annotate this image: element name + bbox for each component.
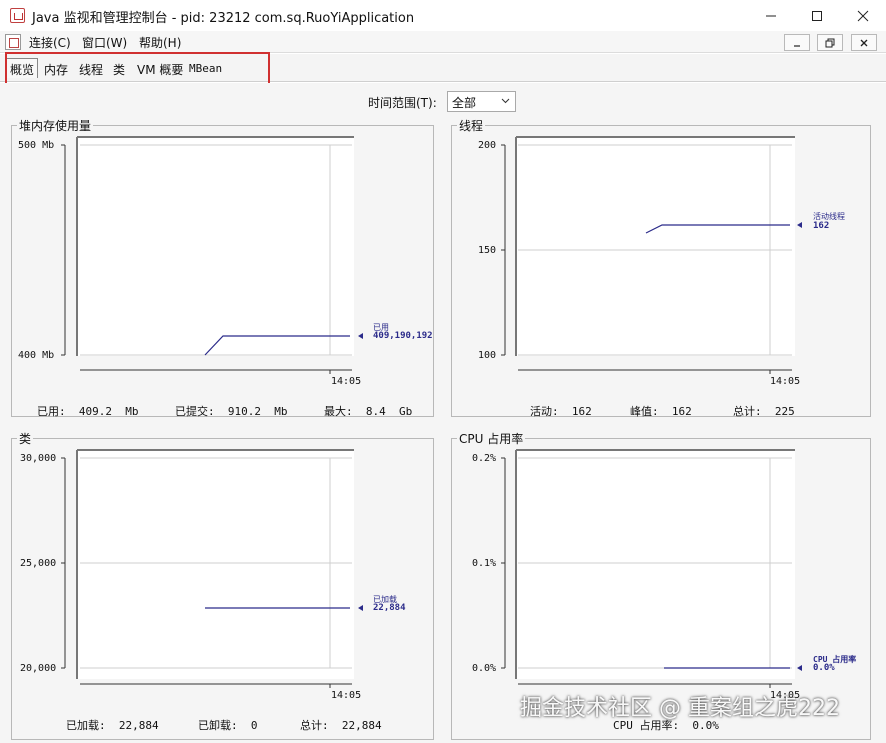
tab-mbean[interactable]: MBean [186, 60, 225, 80]
legend-value: 0.0% [813, 663, 835, 673]
legend-value: 22,884 [373, 603, 406, 613]
watermark-text: 掘金技术社区 @ 重案组之虎222 [520, 696, 840, 721]
minimize-button[interactable] [748, 0, 794, 31]
heap-chart [61, 136, 363, 374]
legend-value: 162 [813, 221, 830, 231]
x-tick-label: 14:05 [331, 376, 362, 387]
classes-stat-unloaded: 已卸载: 0 [198, 719, 258, 732]
java-cup-icon [10, 8, 25, 23]
y-tick-label: 200 [478, 140, 497, 151]
legend-marker [358, 605, 363, 611]
maximize-icon [812, 10, 822, 21]
menu-window[interactable]: 窗口(W) [82, 34, 127, 51]
menu-connection[interactable]: 连接(C) [29, 34, 71, 51]
legend-marker [358, 333, 363, 339]
close-button[interactable] [840, 0, 886, 31]
plot-area [77, 138, 354, 356]
threads-chart [501, 136, 802, 374]
menu-bar: 连接(C) 窗口(W) 帮助(H) [0, 31, 886, 53]
heap-stat-max: 最大: 8.4 Gb [324, 405, 413, 418]
plot-area [516, 451, 795, 679]
x-tick-label: 14:05 [770, 376, 801, 387]
close-icon [860, 39, 868, 46]
threads-panel: 线程 200 150 100 14:05 活动线程 162 活动: 162 峰值… [451, 117, 871, 418]
window-title: Java 监视和管理控制台 - pid: 23212 com.sq.RuoYiA… [32, 11, 415, 26]
chevron-down-icon [501, 98, 510, 104]
y-tick-label: 30,000 [20, 453, 57, 464]
internal-minimize-button[interactable] [784, 34, 810, 51]
tab-memory[interactable]: 内存 [41, 59, 71, 79]
tab-overview[interactable]: 概览 [6, 58, 39, 78]
legend-marker [797, 222, 802, 228]
plot-area [77, 451, 354, 679]
legend-marker [797, 665, 802, 671]
internal-restore-button[interactable] [817, 34, 843, 51]
maximize-button[interactable] [794, 0, 840, 31]
close-icon [857, 10, 869, 21]
classes-stat-loaded: 已加载: 22,884 [66, 719, 159, 732]
internal-close-button[interactable] [851, 34, 877, 51]
classes-stat-total: 总计: 22,884 [300, 719, 382, 732]
y-tick-label: 25,000 [20, 558, 57, 569]
time-range-select[interactable]: 全部 [447, 91, 516, 112]
document-icon[interactable] [5, 34, 21, 50]
plot-area [516, 138, 795, 356]
heap-memory-panel: 堆内存使用量 500 Mb 400 Mb 14:05 已用 409,190,19… [11, 117, 434, 418]
legend-value: 409,190,192 [373, 331, 433, 341]
tab-classes[interactable]: 类 [110, 59, 128, 79]
y-tick-label: 100 [478, 350, 497, 361]
menu-help[interactable]: 帮助(H) [139, 34, 181, 51]
y-tick-label: 400 Mb [18, 350, 55, 361]
threads-stat-live: 活动: 162 [530, 405, 592, 418]
threads-stat-peak: 峰值: 162 [630, 405, 692, 418]
tab-bar: 概览 内存 线程 类 VM 概要 MBean [0, 54, 886, 128]
minimize-icon [794, 44, 800, 47]
y-tick-label: 20,000 [20, 663, 57, 674]
y-tick-label: 0.0% [472, 663, 497, 674]
classes-chart [61, 449, 363, 688]
minimize-icon [766, 15, 776, 16]
tab-vm-summary[interactable]: VM 概要 [134, 59, 186, 79]
y-tick-label: 150 [478, 245, 497, 256]
tab-threads[interactable]: 线程 [76, 59, 106, 79]
time-range-label: 时间范围(T): [368, 96, 437, 110]
restore-icon [825, 38, 835, 47]
time-range-value: 全部 [452, 96, 477, 110]
y-tick-label: 500 Mb [18, 140, 55, 151]
y-tick-label: 0.1% [472, 558, 497, 569]
overview-content: 时间范围(T): 全部 堆内存使用量 500 Mb 400 Mb 14:05 已… [0, 83, 886, 743]
x-tick-label: 14:05 [331, 690, 362, 701]
y-tick-label: 0.2% [472, 453, 497, 464]
classes-panel: 类 30,000 25,000 20,000 14:05 已加载 22,884 … [11, 430, 434, 740]
heap-stat-used: 已用: 409.2 Mb [37, 405, 139, 418]
threads-stat-total: 总计: 225 [733, 405, 795, 418]
title-bar: Java 监视和管理控制台 - pid: 23212 com.sq.RuoYiA… [0, 0, 886, 31]
heap-stat-committed: 已提交: 910.2 Mb [175, 405, 288, 418]
